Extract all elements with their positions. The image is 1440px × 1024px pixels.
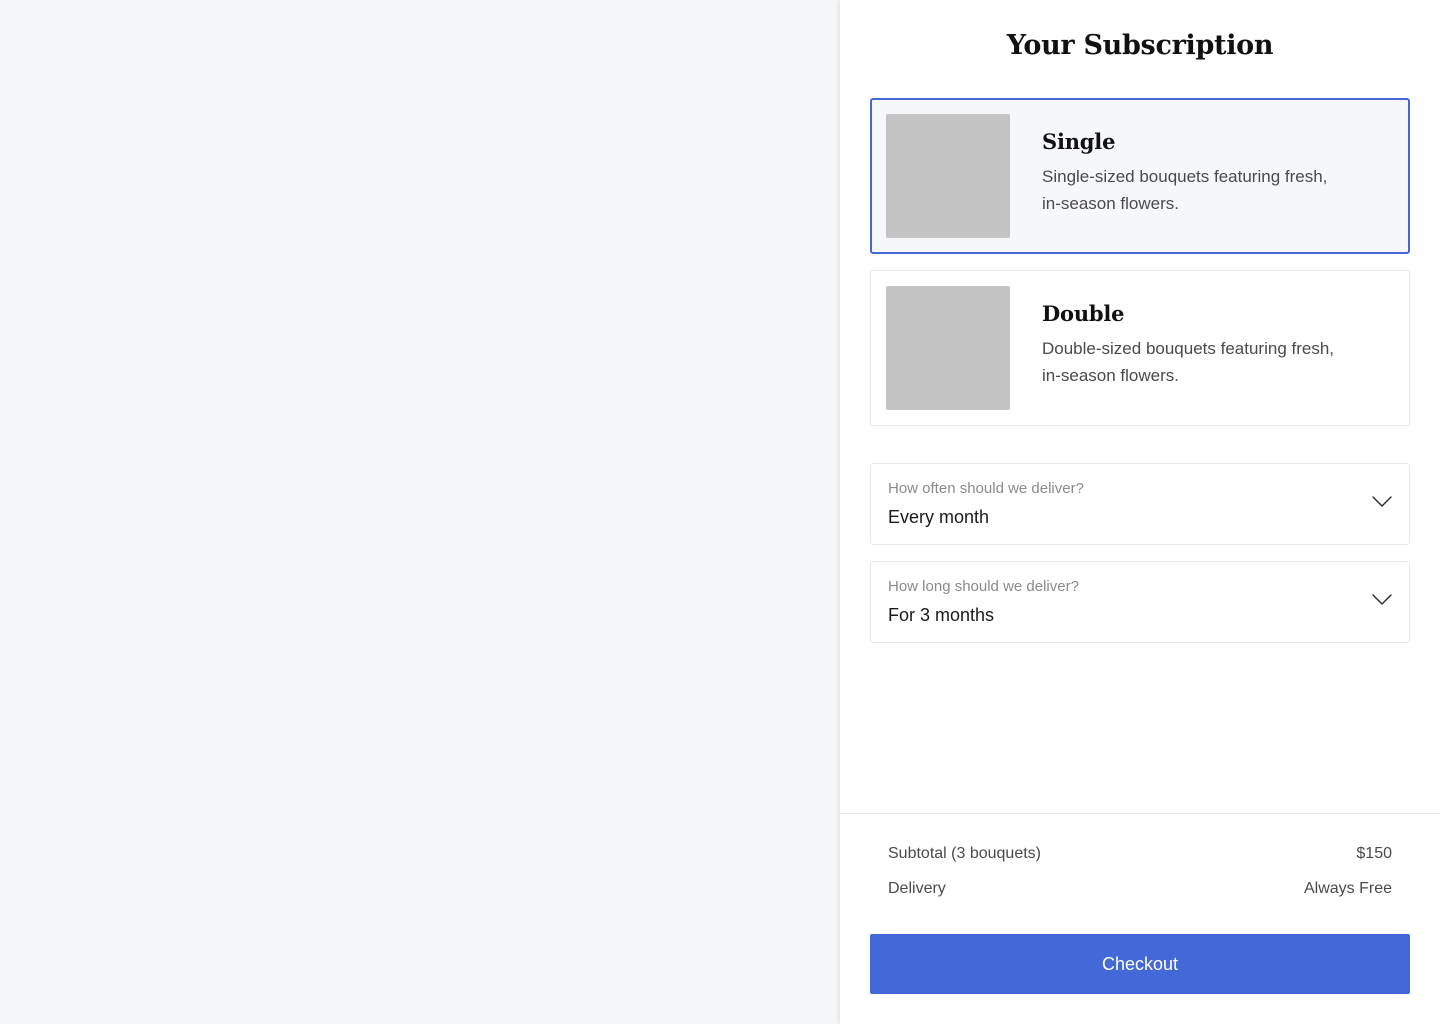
chevron-down-icon xyxy=(1372,496,1392,507)
delivery-duration-select[interactable]: How long should we deliver? For 3 months xyxy=(870,561,1410,643)
select-value: Every month xyxy=(888,507,990,527)
panel-title: Your Subscription xyxy=(1006,30,1274,61)
subscription-panel: Your Subscription Single Single-sized bo… xyxy=(840,0,1440,1024)
plan-image-placeholder xyxy=(886,286,1010,410)
plan-description: Double-sized bouquets featuring fresh, i… xyxy=(1042,339,1335,385)
page: Your Subscription Single Single-sized bo… xyxy=(0,0,1440,1024)
select-label: How often should we deliver? xyxy=(888,480,1084,497)
chevron-down-icon xyxy=(1372,594,1392,605)
delivery-frequency-select[interactable]: How often should we deliver? Every month xyxy=(870,463,1410,545)
subtotal-value: $150 xyxy=(1356,845,1392,862)
select-value: For 3 months xyxy=(888,605,995,625)
plan-name: Single xyxy=(1042,129,1116,154)
delivery-value: Always Free xyxy=(1303,880,1392,897)
plan-name: Double xyxy=(1042,301,1125,326)
page-backdrop[interactable] xyxy=(0,0,840,1024)
plan-description: Single-sized bouquets featuring fresh, i… xyxy=(1042,167,1328,213)
plan-card-double[interactable]: Double Double-sized bouquets featuring f… xyxy=(870,270,1410,426)
plan-image-placeholder xyxy=(886,114,1010,238)
select-label: How long should we deliver? xyxy=(888,578,1079,595)
checkout-button[interactable]: Checkout xyxy=(870,934,1410,994)
delivery-row: Delivery Always Free xyxy=(888,880,1392,898)
summary-divider xyxy=(840,813,1440,814)
subtotal-label: Subtotal (3 bouquets) xyxy=(888,845,1041,862)
subtotal-row: Subtotal (3 bouquets) $150 xyxy=(888,845,1392,863)
delivery-label: Delivery xyxy=(888,880,946,897)
plan-card-single[interactable]: Single Single-sized bouquets featuring f… xyxy=(870,98,1410,254)
